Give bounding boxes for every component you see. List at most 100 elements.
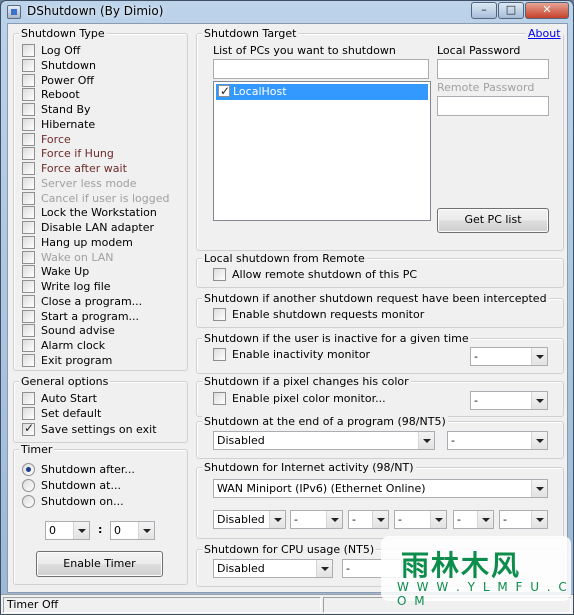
- chevron-down-icon[interactable]: [73, 522, 89, 539]
- shutdown-type-option[interactable]: Alarm clock: [22, 339, 105, 353]
- minimize-button[interactable]: –: [471, 2, 497, 19]
- shutdown-after-radio[interactable]: Shutdown after...: [22, 463, 135, 477]
- checkbox-box[interactable]: [22, 44, 35, 57]
- radio-dot[interactable]: [22, 479, 35, 492]
- internet-field-2[interactable]: -: [348, 510, 389, 529]
- get-pc-list-button[interactable]: Get PC list: [437, 208, 549, 233]
- internet-mode-select[interactable]: Disabled: [213, 510, 286, 529]
- pixel-select[interactable]: -: [470, 391, 548, 410]
- pc-list[interactable]: LocalHost: [213, 81, 431, 221]
- checkbox-box[interactable]: [22, 392, 35, 405]
- adapter-select[interactable]: WAN Miniport (IPv6) (Ethernet Online): [213, 479, 548, 498]
- internet-field-4[interactable]: -: [453, 510, 494, 529]
- checkbox-box[interactable]: [22, 280, 35, 293]
- requests-monitor-checkbox[interactable]: Enable shutdown requests monitor: [213, 308, 424, 322]
- checkbox-box[interactable]: [22, 176, 35, 190]
- checkbox-box[interactable]: [22, 147, 35, 161]
- checkbox-box[interactable]: [22, 250, 35, 264]
- shutdown-type-option[interactable]: Force if Hung: [22, 147, 114, 161]
- title-bar[interactable]: DShutdown (By Dimio) – □ ✕: [1, 1, 573, 23]
- checkbox-box[interactable]: [22, 221, 35, 234]
- shutdown-type-option[interactable]: Power Off: [22, 73, 94, 88]
- hours-select[interactable]: 0: [45, 521, 90, 540]
- shutdown-type-option[interactable]: Force: [22, 132, 71, 147]
- chevron-down-icon[interactable]: [531, 392, 547, 409]
- chevron-down-icon[interactable]: [531, 348, 547, 365]
- chevron-down-icon[interactable]: [531, 432, 547, 449]
- cpu-mode-select[interactable]: Disabled: [213, 559, 333, 578]
- pc-name-input[interactable]: [213, 59, 429, 79]
- shutdown-type-option[interactable]: Wake Up: [22, 265, 89, 279]
- chevron-down-icon[interactable]: [138, 522, 154, 539]
- chevron-down-icon[interactable]: [269, 511, 285, 528]
- shutdown-type-option[interactable]: Start a program...: [22, 309, 139, 324]
- radio-dot[interactable]: [22, 495, 35, 508]
- checkbox-box[interactable]: [213, 392, 226, 405]
- inactivity-select[interactable]: -: [470, 347, 548, 366]
- internet-field-5[interactable]: -: [499, 510, 548, 529]
- internet-field-1[interactable]: -: [290, 510, 343, 529]
- checkbox-box[interactable]: [22, 235, 35, 249]
- shutdown-type-option[interactable]: Shutdown: [22, 58, 96, 73]
- checkbox-box[interactable]: [22, 58, 35, 72]
- checkbox-box[interactable]: [22, 353, 35, 367]
- shutdown-type-option[interactable]: Cancel if user is logged: [22, 191, 169, 206]
- shutdown-type-option[interactable]: Disable LAN adapter: [22, 221, 154, 235]
- shutdown-type-option[interactable]: Write log file: [22, 280, 111, 294]
- chevron-down-icon[interactable]: [531, 480, 547, 497]
- set-default-checkbox[interactable]: Set default: [22, 407, 101, 421]
- local-password-field[interactable]: [437, 59, 549, 79]
- checkbox-box[interactable]: [22, 324, 35, 338]
- shutdown-type-option[interactable]: Stand By: [22, 103, 91, 117]
- checkbox-box[interactable]: [22, 339, 35, 352]
- pixel-monitor-checkbox[interactable]: Enable pixel color monitor...: [213, 392, 386, 406]
- shutdown-type-option[interactable]: Force after wait: [22, 162, 127, 176]
- enable-timer-button[interactable]: Enable Timer: [36, 551, 163, 577]
- checkbox-box[interactable]: [22, 162, 35, 175]
- list-item[interactable]: LocalHost: [216, 84, 428, 100]
- shutdown-at-radio[interactable]: Shutdown at...: [22, 479, 121, 493]
- shutdown-type-option[interactable]: Exit program: [22, 353, 112, 368]
- chevron-down-icon[interactable]: [477, 511, 493, 528]
- radio-dot[interactable]: [22, 463, 35, 476]
- shutdown-type-option[interactable]: Hang up modem: [22, 235, 133, 250]
- minutes-select[interactable]: 0: [110, 521, 155, 540]
- shutdown-type-option[interactable]: Sound advise: [22, 324, 115, 338]
- checkbox-box[interactable]: [22, 103, 35, 116]
- chevron-down-icon[interactable]: [531, 511, 547, 528]
- about-link[interactable]: About: [526, 27, 563, 40]
- inactivity-monitor-checkbox[interactable]: Enable inactivity monitor: [213, 348, 370, 362]
- checkbox-box[interactable]: [22, 422, 35, 436]
- program-select[interactable]: Disabled: [213, 431, 435, 450]
- checkbox-box[interactable]: [22, 117, 35, 131]
- checkbox-box[interactable]: [22, 265, 35, 279]
- checkbox-box[interactable]: [22, 73, 35, 87]
- remote-password-field[interactable]: [437, 96, 549, 116]
- shutdown-type-option[interactable]: Wake on LAN: [22, 250, 114, 265]
- shutdown-type-option[interactable]: Hibernate: [22, 117, 95, 132]
- shutdown-on-radio[interactable]: Shutdown on...: [22, 495, 124, 509]
- shutdown-type-option[interactable]: Reboot: [22, 88, 80, 102]
- chevron-down-icon[interactable]: [430, 511, 446, 528]
- maximize-button[interactable]: □: [498, 2, 524, 19]
- checkbox-box[interactable]: [22, 206, 35, 220]
- shutdown-type-option[interactable]: Close a program...: [22, 294, 142, 309]
- checkbox-box[interactable]: [22, 294, 35, 308]
- checkbox-box[interactable]: [213, 348, 226, 361]
- allow-remote-checkbox[interactable]: Allow remote shutdown of this PC: [213, 268, 417, 282]
- program-action-select[interactable]: -: [447, 431, 548, 450]
- internet-field-3[interactable]: -: [394, 510, 447, 529]
- shutdown-type-option[interactable]: Server less mode: [22, 176, 137, 191]
- chevron-down-icon[interactable]: [372, 511, 388, 528]
- checkbox-box[interactable]: [213, 308, 226, 321]
- checkbox-box[interactable]: [22, 88, 35, 102]
- chevron-down-icon[interactable]: [316, 560, 332, 577]
- close-button[interactable]: ✕: [525, 2, 569, 19]
- checkbox-box[interactable]: [22, 407, 35, 420]
- checkbox-box[interactable]: [22, 191, 35, 205]
- checkbox-box[interactable]: [22, 309, 35, 323]
- shutdown-type-option[interactable]: Lock the Workstation: [22, 206, 157, 220]
- checkbox-box[interactable]: [22, 132, 35, 146]
- checkbox-box[interactable]: [213, 268, 226, 281]
- shutdown-type-option[interactable]: Log Off: [22, 44, 80, 58]
